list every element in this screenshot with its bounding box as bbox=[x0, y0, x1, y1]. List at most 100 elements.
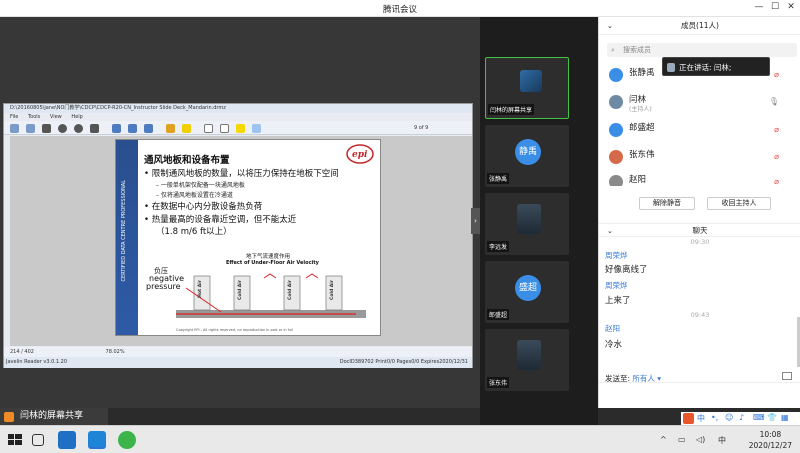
avatar: 盛超 bbox=[515, 275, 541, 301]
rack-label: Hot Air bbox=[198, 280, 203, 298]
chat-timestamp: 09:30 bbox=[690, 238, 710, 246]
member-search-input[interactable]: ⌕ 搜索成员 bbox=[607, 43, 797, 57]
clock-time: 10:08 bbox=[759, 430, 782, 439]
screen-thumbnail bbox=[520, 70, 542, 92]
pdf-nav-bar: 214 / 402 78.02% bbox=[4, 347, 472, 357]
members-header[interactable]: ⌄ 成员(11人) bbox=[599, 17, 800, 35]
outlook-icon[interactable] bbox=[58, 431, 76, 449]
minimize-button[interactable]: — bbox=[752, 2, 766, 12]
avatar bbox=[609, 175, 623, 186]
slide-title: 通风地板和设备布置 bbox=[144, 155, 230, 166]
slide-bullet: • 在数据中心内分散设备热负荷 bbox=[144, 202, 263, 212]
tencent-meeting-icon[interactable] bbox=[88, 431, 106, 449]
pen-tool-icon[interactable] bbox=[236, 124, 245, 133]
member-role: (主持人) bbox=[629, 106, 652, 113]
video-tile[interactable]: 闫林的屏幕共享 bbox=[485, 57, 569, 119]
zoom-level[interactable]: 78.02% bbox=[106, 349, 125, 355]
task-view-icon[interactable] bbox=[32, 434, 44, 446]
chat-message: 上来了 bbox=[605, 296, 631, 306]
screen-share-label: 闫林的屏幕共享 bbox=[20, 411, 84, 421]
open-icon[interactable] bbox=[10, 124, 19, 133]
bookmark-icon[interactable] bbox=[144, 124, 153, 133]
video-label: 郎盛超 bbox=[487, 309, 510, 320]
shared-screen-area: D:\20160805\jane\NO门教学\CDCP\CDCP-R20-CN_… bbox=[0, 17, 480, 408]
menu-view[interactable]: View bbox=[50, 114, 62, 120]
search-icon[interactable] bbox=[166, 124, 175, 133]
mic-muted-icon[interactable]: ⌀ bbox=[774, 177, 779, 186]
first-page-icon[interactable] bbox=[42, 124, 51, 133]
member-item[interactable]: 赵阳 ⌀ bbox=[609, 172, 799, 186]
ime-punctuation-icon[interactable]: •, bbox=[711, 413, 718, 422]
member-item[interactable]: 张东伟 ⌀ bbox=[609, 147, 799, 169]
wechat-icon[interactable] bbox=[118, 431, 136, 449]
video-tile[interactable]: 静禹 张静禹 bbox=[485, 125, 569, 187]
menu-help[interactable]: Help bbox=[71, 114, 82, 120]
toolbox-icon[interactable]: ▦ bbox=[781, 413, 789, 422]
last-page-icon[interactable] bbox=[90, 124, 99, 133]
print-icon[interactable] bbox=[26, 124, 35, 133]
highlight-icon[interactable] bbox=[182, 124, 191, 133]
rack-label: Cold Air bbox=[238, 280, 243, 300]
prev-page-icon[interactable] bbox=[58, 124, 67, 133]
voice-icon[interactable]: ♪ bbox=[739, 413, 744, 422]
avatar bbox=[609, 95, 623, 109]
slide-side-text: CERTIFIED DATA CENTRE PROFESSIONAL bbox=[121, 180, 127, 282]
diagram-caption-cn: 地下气流速度作用 bbox=[246, 254, 291, 260]
rack-label: Cold Air bbox=[330, 280, 335, 300]
video-tile[interactable]: 张东伟 bbox=[485, 329, 569, 391]
skin-icon[interactable]: 👕 bbox=[767, 413, 777, 422]
tray-chevron-icon[interactable]: ^ bbox=[660, 435, 667, 444]
slide-note: （1.8 m/6 ft以上） bbox=[156, 227, 232, 237]
member-item[interactable]: 郎盛超 ⌀ bbox=[609, 120, 799, 142]
ime-indicator[interactable]: 中 bbox=[718, 435, 726, 446]
ime-logo-icon[interactable] bbox=[683, 413, 694, 424]
chevron-down-icon[interactable]: ⌄ bbox=[607, 17, 613, 35]
maximize-button[interactable]: ☐ bbox=[768, 2, 782, 12]
mic-muted-icon[interactable]: ⌀ bbox=[774, 125, 779, 134]
close-button[interactable]: ✕ bbox=[784, 2, 798, 12]
mic-muted-icon[interactable]: ⌀ bbox=[774, 152, 779, 161]
menu-file[interactable]: File bbox=[10, 114, 18, 120]
draw-tool-icon[interactable] bbox=[252, 124, 261, 133]
chat-input[interactable] bbox=[599, 382, 800, 408]
chat-sender: 赵阳 bbox=[605, 324, 620, 333]
chat-timestamp: 09:43 bbox=[690, 311, 710, 319]
reclaim-host-button[interactable]: 收回主持人 bbox=[707, 197, 771, 210]
screen-share-banner: 闫林的屏幕共享 bbox=[0, 408, 108, 425]
fit-page-icon[interactable] bbox=[112, 124, 121, 133]
speaking-indicator: 正在讲话: 闫林; bbox=[662, 57, 770, 76]
unmute-all-button[interactable]: 解除静音 bbox=[639, 197, 695, 210]
select-tool-icon[interactable] bbox=[220, 124, 229, 133]
keyboard-icon[interactable]: ⌨ bbox=[753, 413, 765, 422]
video-list: 闫林的屏幕共享 静禹 张静禹 李远发 盛超 郎盛超 张东伟 bbox=[480, 17, 598, 425]
avatar bbox=[609, 150, 623, 164]
ime-mode[interactable]: 中 bbox=[697, 413, 705, 424]
slide-bullet: • 限制通风地板的数量，以将压力保持在地板下空间 bbox=[144, 169, 339, 179]
menu-tools[interactable]: Tools bbox=[28, 114, 40, 120]
page-nav[interactable]: 214 / 402 bbox=[10, 349, 34, 355]
mic-muted-icon[interactable]: ⌀ bbox=[774, 70, 779, 79]
slide-sidebar: CERTIFIED DATA CENTRE PROFESSIONAL bbox=[116, 140, 138, 335]
mic-icon[interactable]: 🎙 bbox=[769, 97, 779, 106]
windows-start-icon[interactable] bbox=[6, 431, 24, 449]
image-icon[interactable] bbox=[782, 372, 792, 380]
hand-tool-icon[interactable] bbox=[204, 124, 213, 133]
video-tile[interactable]: 李远发 bbox=[485, 193, 569, 255]
network-icon[interactable]: ▭ bbox=[678, 435, 686, 444]
slide-sub-bullet: – 一般单机架仅配备一块通风地板 bbox=[156, 182, 245, 189]
fit-width-icon[interactable] bbox=[128, 124, 137, 133]
taskbar: ^ ▭ ◁) 中 10:08 2020/12/27 bbox=[0, 425, 800, 453]
emoji-icon[interactable]: ☺ bbox=[725, 413, 733, 422]
member-item[interactable]: 闫林 (主持人) 🎙 bbox=[609, 92, 799, 114]
video-tile[interactable]: 盛超 郎盛超 bbox=[485, 261, 569, 323]
slide-copyright: Copyright EPI - All rights reserved, no … bbox=[176, 328, 294, 332]
svg-text:epi: epi bbox=[352, 150, 368, 160]
avatar-photo bbox=[517, 204, 541, 234]
clock[interactable]: 10:08 2020/12/27 bbox=[749, 429, 792, 451]
chevron-down-icon[interactable]: ⌄ bbox=[607, 224, 613, 238]
user-icon bbox=[4, 412, 14, 422]
chat-header[interactable]: ⌄ 聊天 bbox=[599, 223, 800, 237]
next-page-icon[interactable] bbox=[74, 124, 83, 133]
volume-icon[interactable]: ◁) bbox=[696, 435, 705, 444]
collapse-video-list-button[interactable]: › bbox=[471, 208, 480, 234]
